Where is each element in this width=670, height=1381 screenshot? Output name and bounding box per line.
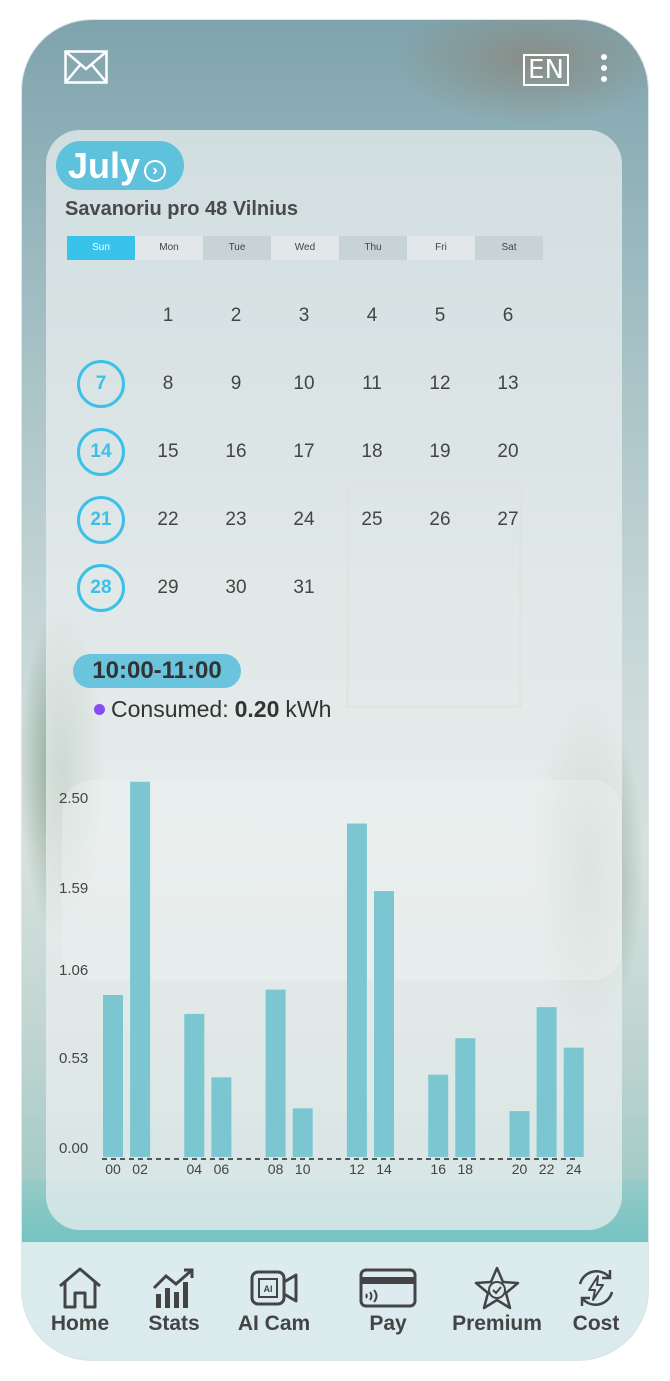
bar[interactable] (346, 823, 367, 1157)
nav-premium[interactable]: Premium (442, 1266, 552, 1336)
bar[interactable] (509, 1111, 530, 1157)
nav-ai-cam-label: AI Cam (237, 1312, 311, 1335)
bar[interactable] (184, 1013, 205, 1157)
home-icon (59, 1267, 101, 1309)
x-tick-label: 04 (187, 1161, 203, 1177)
x-tick-label: 10 (295, 1161, 311, 1177)
bar[interactable] (536, 1007, 557, 1157)
nav-cost[interactable]: Cost (568, 1266, 624, 1336)
x-tick-label: 20 (512, 1161, 528, 1177)
phone-screen: EN July › Savanoriu pro 48 Vilnius Sun M… (22, 20, 648, 1360)
x-tick-label: 02 (132, 1161, 148, 1177)
x-tick-label: 18 (458, 1161, 474, 1177)
y-tick-label: 0.53 (59, 1050, 88, 1067)
nav-stats[interactable]: Stats (142, 1266, 206, 1336)
ai-camera-icon: AI (250, 1270, 298, 1306)
bar[interactable] (428, 1074, 449, 1157)
nav-stats-label: Stats (148, 1312, 200, 1335)
energy-cycle-icon (578, 1270, 614, 1306)
svg-text:AI: AI (264, 1284, 273, 1294)
bar[interactable] (292, 1108, 313, 1157)
consumption-bar-chart: 2.50 1.59 1.06 0.53 0.00 00 02 04 06 08 10 12 14 16 18… (59, 781, 584, 1177)
x-tick-label: 00 (105, 1161, 121, 1177)
x-tick-label: 06 (214, 1161, 230, 1177)
x-tick-label: 24 (566, 1161, 582, 1177)
x-tick-label: 16 (430, 1161, 446, 1177)
x-tick-label: 08 (268, 1161, 284, 1177)
bar[interactable] (130, 781, 151, 1157)
y-tick-label: 2.50 (59, 790, 88, 807)
nav-premium-label: Premium (452, 1312, 542, 1335)
credit-card-icon (359, 1268, 417, 1308)
nav-cost-label: Cost (572, 1312, 620, 1335)
y-tick-label: 1.59 (59, 880, 88, 897)
stats-icon (152, 1268, 194, 1308)
bar[interactable] (374, 891, 394, 1157)
x-tick-label: 22 (539, 1161, 555, 1177)
bar[interactable] (563, 1047, 584, 1157)
nav-pay-label: Pay (369, 1312, 407, 1335)
bottom-navigation: Home Stats AI AI Cam Pay Premium Cost (22, 1242, 648, 1360)
bar[interactable] (211, 1077, 232, 1157)
bar[interactable] (265, 989, 286, 1157)
nav-home-label: Home (50, 1312, 110, 1335)
star-badge-icon (474, 1266, 520, 1310)
nav-pay[interactable]: Pay (356, 1266, 420, 1336)
nav-home[interactable]: Home (46, 1266, 114, 1336)
y-tick-label: 0.00 (59, 1140, 88, 1157)
y-tick-label: 1.06 (59, 962, 88, 979)
nav-ai-cam[interactable]: AI AI Cam (232, 1266, 316, 1336)
bar[interactable] (455, 1038, 476, 1157)
bar[interactable] (103, 995, 123, 1157)
x-tick-label: 14 (376, 1161, 392, 1177)
x-tick-label: 12 (349, 1161, 365, 1177)
